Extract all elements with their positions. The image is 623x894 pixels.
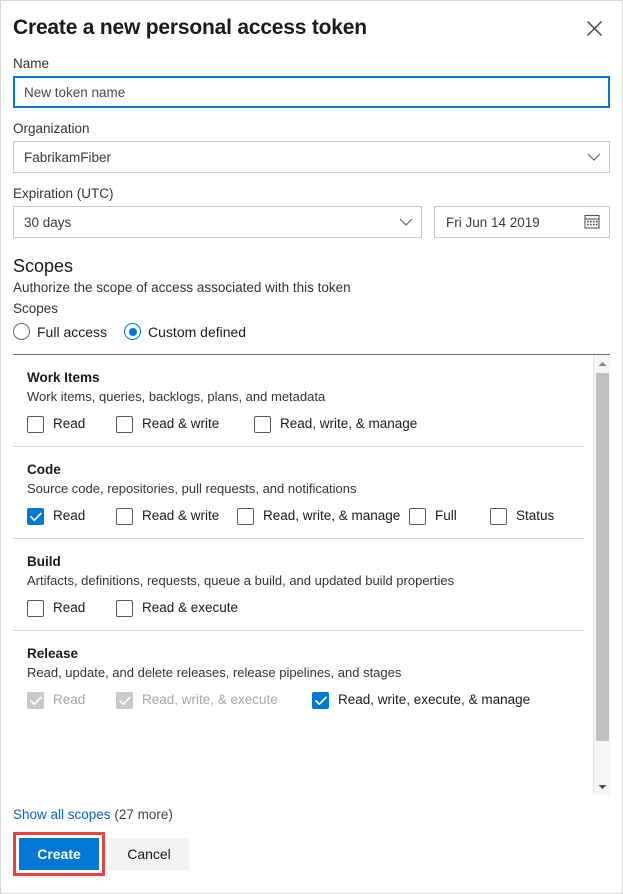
expiration-row: 30 days Fri Jun 14 2019: [13, 206, 610, 238]
scope-section-title: Code: [27, 462, 61, 477]
calendar-icon: [584, 213, 600, 232]
scroll-down-arrow-icon[interactable]: [594, 778, 611, 795]
scope-section: Build Artifacts, definitions, requests, q…: [13, 539, 584, 631]
scope-section-description: Read, update, and delete releases, relea…: [27, 665, 402, 680]
scope-list: Work Items Work items, queries, backlogs,…: [13, 355, 610, 795]
scope-section-title: Release: [27, 646, 79, 661]
show-all-scopes-count: (27 more): [114, 807, 173, 822]
checkbox-indicator: [27, 600, 44, 617]
page-title: Create a new personal access token: [13, 16, 367, 39]
scope-checkbox-row: Read Read & write Read, write, & manage Ful…: [27, 507, 584, 525]
expiration-date-value: Fri Jun 14 2019: [446, 214, 540, 230]
scope-checkbox[interactable]: Read: [27, 691, 116, 709]
scope-checkbox-label: Status: [516, 508, 555, 523]
scope-checkbox-label: Read, write, execute, & manage: [338, 692, 531, 707]
checkbox-indicator: [237, 508, 254, 525]
scope-checkbox[interactable]: Full: [409, 507, 490, 525]
scope-checkbox[interactable]: Read: [27, 415, 116, 433]
scope-checkbox-label: Read & write: [142, 508, 220, 523]
organization-select[interactable]: FabrikamFiber: [13, 141, 610, 173]
expiration-date-picker[interactable]: Fri Jun 14 2019: [434, 206, 610, 238]
scope-section-title: Build: [27, 554, 61, 569]
scopes-radio-full-access[interactable]: Full access: [13, 323, 107, 340]
cancel-button[interactable]: Cancel: [109, 838, 189, 870]
scrollbar-thumb[interactable]: [596, 373, 609, 741]
scopes-heading: Scopes: [13, 256, 74, 276]
scope-list-scrollbar[interactable]: [593, 355, 610, 795]
scope-checkbox-label: Read & write: [142, 416, 220, 431]
scope-checkbox[interactable]: Read: [27, 507, 116, 525]
close-icon[interactable]: [580, 14, 608, 42]
radio-indicator: [13, 323, 30, 340]
scopes-radio-group: Full access Custom defined: [13, 323, 610, 340]
scope-checkbox-label: Read & execute: [142, 600, 239, 615]
chevron-down-icon: [399, 218, 413, 227]
expiration-label: Expiration (UTC): [13, 186, 114, 201]
expiration-value: 30 days: [24, 214, 72, 230]
scope-section: Release Read, update, and delete releases…: [13, 631, 584, 722]
dialog-actions: Create Cancel: [13, 832, 610, 876]
checkbox-indicator: [27, 508, 44, 525]
organization-value: FabrikamFiber: [24, 149, 112, 165]
scope-checkbox-row: Read Read, write, & execute Read, write, e…: [27, 691, 584, 709]
scope-section-description: Work items, queries, backlogs, plans, an…: [27, 389, 326, 404]
organization-label: Organization: [13, 121, 90, 136]
scope-checkbox[interactable]: Read & execute: [116, 599, 276, 617]
scope-checkbox[interactable]: Status: [490, 507, 570, 525]
scopes-legend: Scopes: [13, 301, 59, 316]
name-input-value: New token name: [24, 84, 126, 100]
show-all-scopes-row: Show all scopes (27 more): [13, 806, 610, 824]
scopes-radio-label: Full access: [37, 323, 108, 340]
show-all-scopes-link[interactable]: Show all scopes: [13, 807, 111, 822]
scope-section-title: Work Items: [27, 370, 100, 385]
scope-checkbox-row: Read Read & execute: [27, 599, 584, 617]
scopes-radio-label: Custom defined: [148, 323, 247, 340]
dialog-header: Create a new personal access token: [13, 1, 610, 43]
checkbox-indicator: [312, 692, 329, 709]
scope-checkbox[interactable]: Read & write: [116, 507, 237, 525]
scope-checkbox[interactable]: Read: [27, 599, 116, 617]
scope-checkbox-label: Read: [53, 692, 86, 707]
scope-checkbox[interactable]: Read, write, execute, & manage: [312, 691, 552, 709]
scope-checkbox[interactable]: Read, write, & execute: [116, 691, 312, 709]
name-input[interactable]: New token name: [13, 76, 610, 108]
scope-section-description: Source code, repositories, pull requests…: [27, 481, 357, 496]
scope-checkbox-label: Read, write, & execute: [142, 692, 278, 707]
scope-checkbox-row: Read Read & write Read, write, & manage: [27, 415, 584, 433]
create-button[interactable]: Create: [19, 838, 99, 870]
checkbox-indicator: [254, 416, 271, 433]
expiration-select[interactable]: 30 days: [13, 206, 422, 238]
scope-checkbox-label: Full: [435, 508, 457, 523]
scope-checkbox-label: Read, write, & manage: [280, 416, 418, 431]
checkbox-indicator: [116, 416, 133, 433]
checkbox-indicator: [490, 508, 507, 525]
scope-checkbox-label: Read: [53, 416, 86, 431]
radio-indicator: [124, 323, 142, 340]
scopes-radio-custom-defined[interactable]: Custom defined: [124, 323, 246, 340]
checkbox-indicator: [27, 692, 44, 709]
checkbox-indicator: [116, 692, 133, 709]
scope-checkbox-label: Read: [53, 600, 86, 615]
scope-checkbox[interactable]: Read & write: [116, 415, 254, 433]
checkbox-indicator: [27, 416, 44, 433]
create-pat-dialog: Create a new personal access token Name …: [0, 0, 623, 894]
scope-checkbox-label: Read: [53, 508, 86, 523]
scope-section: Work Items Work items, queries, backlogs,…: [13, 355, 584, 447]
scope-section-description: Artifacts, definitions, requests, queue …: [27, 573, 455, 588]
checkbox-indicator: [116, 508, 133, 525]
scope-checkbox[interactable]: Read, write, & manage: [237, 507, 409, 525]
scope-list-container: Work Items Work items, queries, backlogs,…: [13, 354, 610, 795]
checkbox-indicator: [116, 600, 133, 617]
create-button-highlight: Create: [13, 832, 105, 876]
chevron-down-icon: [587, 153, 601, 162]
scope-checkbox[interactable]: Read, write, & manage: [254, 415, 454, 433]
scope-section: Code Source code, repositories, pull requ…: [13, 447, 584, 539]
scope-checkbox-label: Read, write, & manage: [263, 508, 401, 523]
checkbox-indicator: [409, 508, 426, 525]
scroll-up-arrow-icon[interactable]: [594, 355, 611, 372]
scopes-description: Authorize the scope of access associated…: [13, 280, 351, 295]
name-label: Name: [13, 56, 50, 71]
